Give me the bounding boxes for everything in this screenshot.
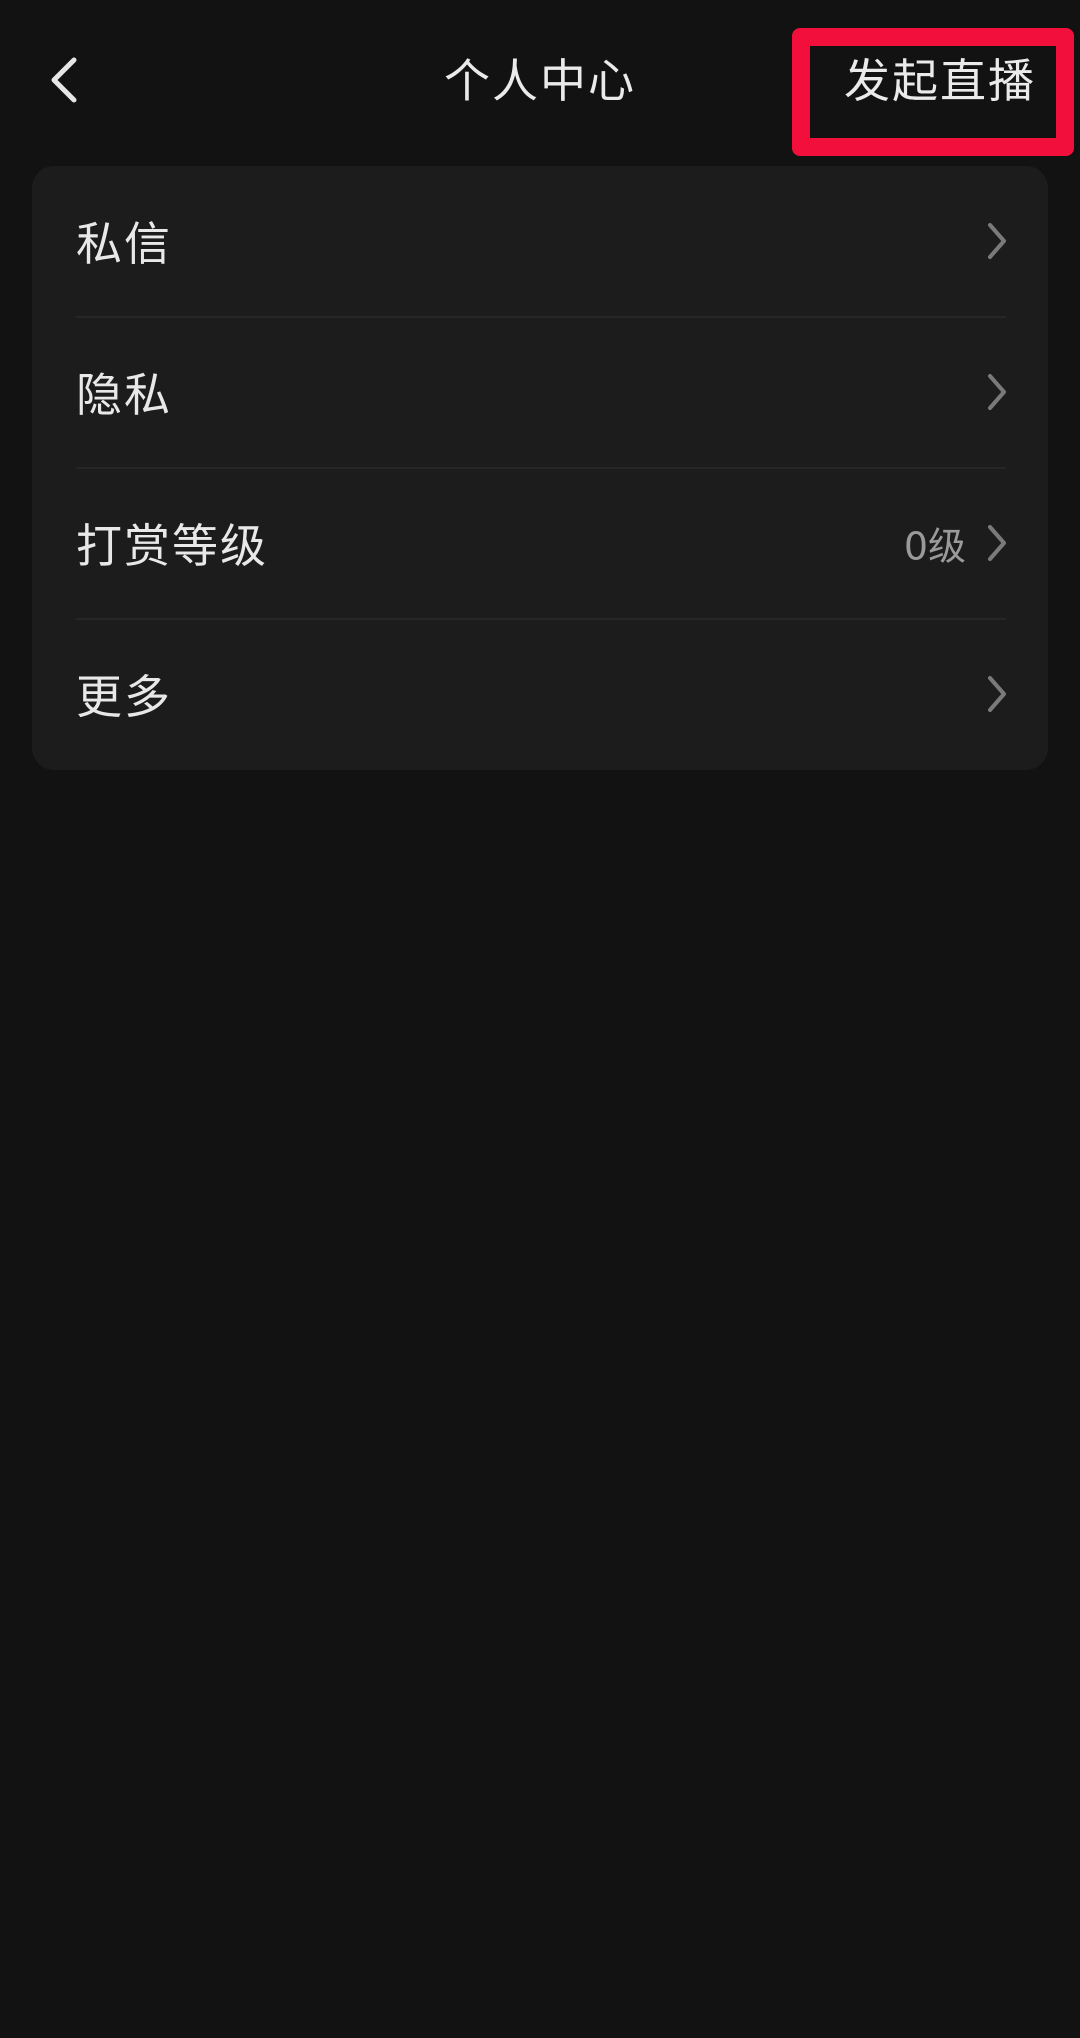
chevron-right-icon [988,676,1006,712]
menu-item-private-message[interactable]: 私信 [32,166,1048,316]
menu-item-label: 更多 [76,670,172,724]
start-live-label[interactable]: 发起直播 [844,50,1036,112]
chevron-right-icon [988,374,1006,410]
menu-item-privacy[interactable]: 隐私 [32,317,1048,467]
tip-level-value: 0级 [903,524,966,569]
top-bar: 个人中心 发起直播 [0,0,1080,160]
chevron-right-icon [988,223,1006,259]
menu-item-label: 私信 [76,217,172,271]
menu-item-more[interactable]: 更多 [32,619,1048,769]
menu-item-tip-level[interactable]: 打赏等级 0级 [32,468,1048,618]
chevron-right-icon [988,525,1006,561]
personal-center-page: 个人中心 发起直播 私信 隐私 打赏等级 0级 更多 [0,0,1080,2038]
menu-card: 私信 隐私 打赏等级 0级 更多 [32,166,1048,770]
menu-item-label: 打赏等级 [76,519,268,573]
menu-item-label: 隐私 [76,368,172,422]
